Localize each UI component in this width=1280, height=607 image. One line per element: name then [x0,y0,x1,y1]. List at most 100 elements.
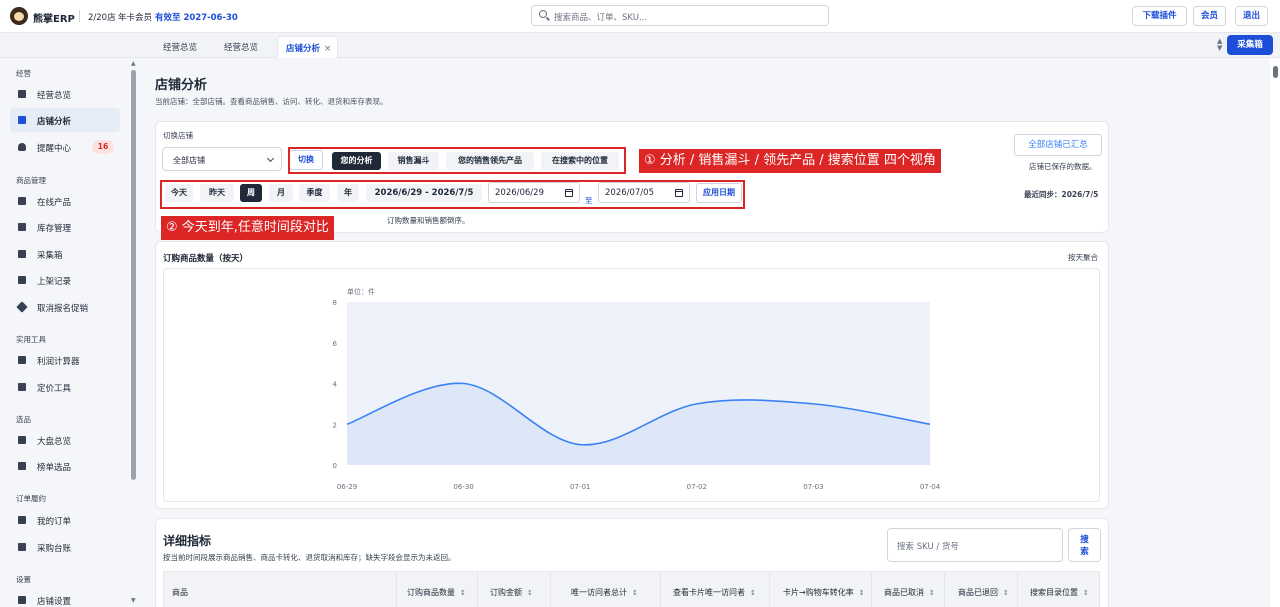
scrollbar-thumb[interactable] [1273,66,1278,78]
x-tick-label: 07-03 [803,483,823,491]
column-divider [660,572,661,607]
store-select-value: 全部店铺 [173,156,205,165]
column-header[interactable]: 卡片→购物车转化率 ↕ [783,587,865,598]
sku-search-input[interactable]: 搜索 SKU / 货号 [887,528,1063,562]
annotation-box-dates [160,180,745,209]
summary-note: 店铺已保存的数据。 [1029,162,1097,171]
brand-name: 熊掌ERP [33,14,75,25]
store-select[interactable]: 全部店铺 [162,147,282,171]
column-header[interactable]: 订购金额 ↕ [490,587,533,598]
tab-store-analysis[interactable]: 店铺分析 × [277,36,339,58]
membership-expiry: 有效至 2027-06-30 [155,13,238,23]
column-header[interactable]: 唯一访问者总计 ↕ [571,587,638,598]
column-header[interactable]: 搜索目录位置 ↕ [1030,587,1089,598]
ledger-icon [18,543,26,551]
scroll-tabs-icon[interactable]: ▲ ▼ [1217,38,1222,52]
tab-overview-1[interactable]: 经营总览 [163,41,197,53]
sidebar-item-store-settings[interactable]: 店铺设置 [10,588,120,607]
chart-title: 订购商品数量（按天） [163,254,249,264]
sidebar-item-cancel-promotion[interactable]: 取消报名促销 [10,295,120,319]
tab-overview-2[interactable]: 经营总览 [224,41,258,53]
x-tick-label: 06-30 [453,483,473,491]
scroll-down-icon[interactable]: ▼ [131,597,136,604]
y-tick-label: 2 [333,421,337,429]
column-header[interactable]: 订购商品数量 ↕ [407,587,466,598]
list-icon [18,276,26,284]
details-subtitle: 按当前时间段展示商品销售、商品卡转化、退货取消和库存；缺失字段会显示为未返回。 [163,553,456,562]
column-header[interactable]: 商品已退回 ↕ [958,587,1009,598]
sidebar-item-collect-box[interactable]: 采集箱 [10,242,120,266]
y-tick-label: 6 [333,340,338,348]
chart-icon [18,116,26,124]
sidebar-item-purchase-ledger[interactable]: 采购台账 [10,535,120,559]
page-tabs-bar: 经营总览 经营总览 店铺分析 × [0,33,1280,58]
annotation-label-dates: ② 今天到年,任意时间段对比 [161,216,334,240]
x-tick-label: 07-02 [687,483,707,491]
sidebar-item-online-products[interactable]: 在线产品 [10,189,120,213]
sidebar-item-my-orders[interactable]: 我的订单 [10,508,120,532]
section-title: 实用工具 [16,335,46,344]
close-icon[interactable]: × [324,44,331,54]
column-divider [550,572,551,607]
sidebar-item-label: 利润计算器 [37,357,80,367]
sidebar-item-store-analysis[interactable]: 店铺分析 [10,108,120,132]
column-header[interactable]: 商品 [172,587,188,598]
membership-type: 年卡会员 [118,13,153,23]
sidebar-item-inventory[interactable]: 库存管理 [10,215,120,239]
sort-note: 订购数量和销售额倒序。 [387,216,470,225]
section-title: 商品管理 [16,176,46,185]
x-tick-label: 07-01 [570,483,590,491]
scrollbar-thumb[interactable] [131,70,136,480]
sku-search-button[interactable]: 搜索 [1068,528,1101,562]
sidebar-item-label: 采集箱 [37,251,63,261]
sidebar-scrollbar[interactable]: ▲ ▼ [130,58,137,607]
column-header[interactable]: 查看卡片唯一访问者 ↕ [673,587,756,598]
search-placeholder: 搜索商品、订单、SKU... [554,13,648,23]
page-title: 店铺分析 [155,78,208,93]
sidebar-item-pricing-tool[interactable]: 定价工具 [10,375,120,399]
download-plugin-button[interactable]: 下载插件 [1132,6,1187,26]
chevron-down-icon [266,154,275,163]
sidebar-item-label: 在线产品 [37,198,72,208]
store-count: 2/20店 [88,13,116,23]
sidebar-item-overview[interactable]: 经营总览 [10,82,120,106]
column-header[interactable]: 商品已取消 ↕ [884,587,935,598]
top-bar: 熊掌ERP 2/20店 年卡会员 有效至 2027-06-30 搜索商品、订单、… [0,0,1280,33]
x-tick-label: 07-04 [920,483,941,491]
table-header: 商品 订购商品数量 ↕ 订购金额 ↕ 唯一访问者总计 ↕ 查看卡片唯一访问者 ↕ 卡片→… [163,571,1100,607]
warehouse-icon [18,223,26,231]
tag-icon [16,301,28,313]
x-tick-label: 06-29 [337,483,357,491]
sku-search-placeholder: 搜索 SKU / 货号 [897,542,959,552]
box-icon [18,197,26,205]
all-stores-summary-button[interactable]: 全部店铺已汇总 [1014,134,1102,156]
bar-chart-icon [18,436,26,444]
column-divider [477,572,478,607]
section-title: 经营 [16,69,31,78]
global-search-input[interactable]: 搜索商品、订单、SKU... [531,5,829,26]
sidebar-item-reminders[interactable]: 提醒中心 16 [10,135,120,159]
section-title: 选品 [16,415,31,424]
logout-button[interactable]: 退出 [1235,6,1268,26]
column-divider [769,572,770,607]
section-title: 订单履约 [16,494,46,503]
details-title: 详细指标 [163,534,212,548]
sidebar: 经营 经营总览 店铺分析 提醒中心 16 商品管理 在线产品 库存管理 采集箱 上… [0,58,137,607]
column-divider [871,572,872,607]
scroll-up-icon[interactable]: ▲ [131,60,136,67]
sidebar-item-ranking-selection[interactable]: 榜单选品 [10,454,120,478]
sidebar-item-label: 取消报名促销 [37,304,89,314]
aggregate-label: 按天聚合 [1068,253,1098,262]
main-scrollbar[interactable] [1270,58,1280,607]
sidebar-item-listing-records[interactable]: 上架记录 [10,268,120,292]
sidebar-item-label: 店铺设置 [37,597,72,607]
member-button[interactable]: 会员 [1193,6,1226,26]
column-divider [944,572,945,607]
page-subtitle: 当前店铺：全部店铺。查看商品销售、访问、转化、退货和库存表现。 [155,97,388,106]
sidebar-item-label: 大盘总览 [37,437,72,447]
switch-store-label: 切换店铺 [163,131,193,140]
sidebar-item-market-overview[interactable]: 大盘总览 [10,428,120,452]
sidebar-item-profit-calculator[interactable]: 利润计算器 [10,348,120,372]
collect-box-button[interactable]: 采集箱 [1227,35,1273,55]
bear-logo-icon [10,7,28,25]
